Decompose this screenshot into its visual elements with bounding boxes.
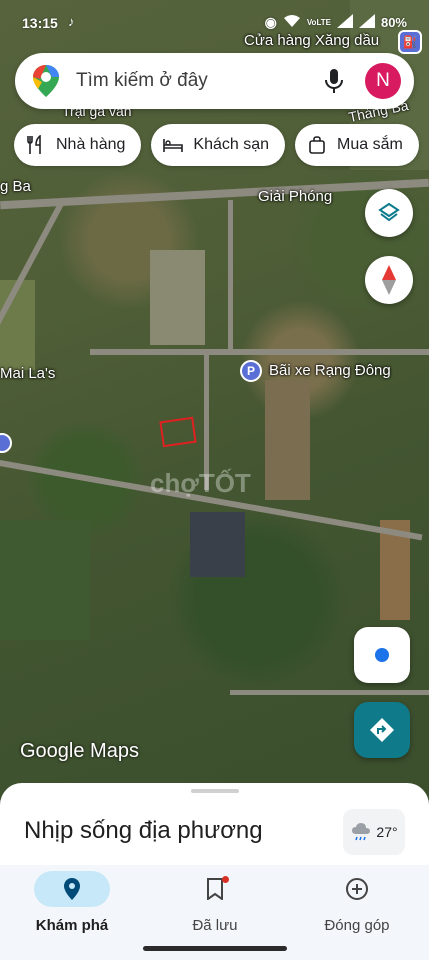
chip-label: Mua sắm	[337, 136, 403, 153]
wifi-icon	[283, 14, 301, 31]
bottom-sheet[interactable]: Nhịp sống địa phương 27°	[0, 783, 429, 865]
tiktok-icon: ♪	[68, 14, 75, 29]
category-chips: Nhà hàng Khách sạn Mua sắm	[14, 124, 419, 166]
google-maps-pin-icon	[33, 65, 59, 97]
nav-label: Khám phá	[35, 917, 109, 934]
chip-label: Khách sạn	[193, 136, 269, 153]
explore-pin-icon	[64, 878, 80, 900]
battery-percent: 80%	[380, 15, 407, 30]
nav-explore[interactable]: Khám phá	[12, 871, 132, 934]
status-icons: ◉ VoLTE 80%	[265, 14, 407, 31]
nav-label: Đóng góp	[324, 917, 390, 934]
chip-label: Nhà hàng	[56, 136, 126, 153]
chip-hotels[interactable]: Khách sạn	[151, 124, 285, 166]
map-field	[0, 520, 90, 640]
my-location-button[interactable]	[354, 627, 410, 683]
notification-dot	[222, 876, 229, 883]
bookmark-icon	[207, 878, 223, 900]
parking-pin-icon[interactable]: P	[240, 360, 262, 382]
map-road	[0, 178, 429, 210]
status-bar: 13:15 ♪ ◉ VoLTE 80%	[0, 0, 429, 44]
nav-label: Đã lưu	[192, 917, 238, 934]
layers-icon	[378, 202, 400, 222]
nav-pill	[177, 871, 253, 907]
compass-button[interactable]	[365, 256, 413, 304]
restaurant-icon	[27, 135, 41, 154]
nav-pill	[34, 871, 110, 907]
shopping-bag-icon	[309, 136, 325, 154]
map-building	[190, 512, 245, 577]
search-input[interactable]: Tìm kiếm ở đây	[76, 70, 323, 92]
red-marker-outline	[159, 416, 197, 448]
location-icon: ◉	[264, 14, 277, 30]
label-parking[interactable]: Bãi xe Rạng Đông	[269, 362, 391, 379]
map-field	[0, 280, 35, 370]
map-road	[230, 690, 429, 695]
google-maps-logo: Google Maps	[20, 740, 139, 762]
add-circle-icon	[346, 878, 368, 900]
signal-icon-2	[358, 14, 375, 31]
weather-badge[interactable]: 27°	[343, 809, 405, 855]
microphone-icon[interactable]	[323, 68, 345, 94]
map-road	[228, 200, 233, 350]
home-indicator[interactable]	[143, 946, 287, 951]
poi-pin-icon[interactable]	[0, 433, 12, 453]
nav-saved[interactable]: Đã lưu	[155, 871, 275, 934]
layers-button[interactable]	[365, 189, 413, 237]
search-bar[interactable]: Tìm kiếm ở đây N	[15, 53, 414, 109]
nav-contribute[interactable]: Đóng góp	[297, 871, 417, 934]
compass-icon	[382, 265, 396, 295]
sheet-title: Nhịp sống địa phương	[24, 817, 263, 844]
my-location-icon	[375, 648, 389, 662]
avatar[interactable]: N	[365, 63, 401, 99]
label-street-g-ba: g Ba	[0, 178, 31, 195]
map-field	[265, 380, 310, 500]
watermark: chợTỐT	[150, 468, 251, 498]
cloud-rain-icon	[352, 823, 371, 841]
hotel-icon	[163, 139, 184, 152]
signal-icon	[336, 14, 353, 31]
volte-text: VoLTE	[306, 17, 331, 27]
status-time: 13:15	[22, 15, 58, 31]
map-road	[90, 349, 429, 355]
nav-pill	[319, 871, 395, 907]
chip-restaurants[interactable]: Nhà hàng	[14, 124, 142, 166]
directions-button[interactable]	[354, 702, 410, 758]
directions-icon	[370, 718, 394, 742]
chip-shopping[interactable]: Mua sắm	[295, 124, 419, 166]
sheet-drag-handle[interactable]	[191, 789, 239, 793]
label-street-giai-phong: Giải Phóng	[258, 188, 333, 205]
temperature: 27°	[376, 824, 398, 840]
map-field	[150, 250, 205, 345]
label-mai-las[interactable]: Mai La's	[0, 365, 55, 382]
